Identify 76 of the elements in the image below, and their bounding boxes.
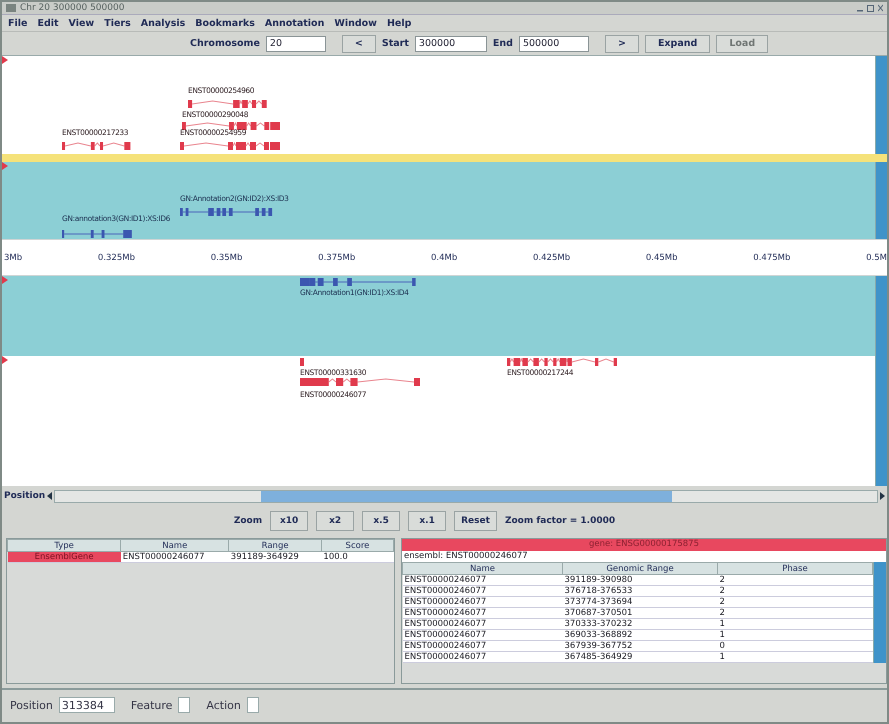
scale-label: 0.45Mb (646, 252, 678, 262)
position-label: Position (4, 491, 46, 501)
end-label: End (492, 38, 513, 49)
table-cell: 367939-367752 (562, 640, 718, 652)
zoom-button[interactable]: x.5 (362, 511, 400, 531)
start-label: Start (382, 38, 409, 49)
menu-item[interactable]: Annotation (264, 18, 324, 28)
column-header[interactable]: Phase (718, 562, 872, 574)
table-cell: 2 (718, 574, 872, 586)
scale-label: 0.5M (866, 252, 887, 262)
table-cell: ENST00000246077 (402, 574, 562, 586)
table-cell: 2 (718, 608, 872, 618)
table-cell: 376718-376533 (562, 586, 718, 596)
scale-label: 0.425Mb (533, 252, 570, 262)
transcript-name: ensembl: ENST00000246077 (402, 551, 886, 562)
table-cell: 1 (718, 652, 872, 662)
position-label: Position (10, 698, 53, 712)
zoom-label: Zoom (234, 516, 262, 526)
action-label: Action (206, 698, 241, 712)
gene-header: gene: ENSG00000175875 (402, 539, 886, 551)
table-cell: 1 (718, 630, 872, 640)
input-field[interactable]: 20 (266, 36, 326, 52)
table-cell: 2 (718, 586, 872, 596)
table-cell: ENST00000246077 (402, 640, 562, 652)
menu-item[interactable]: Help (386, 18, 412, 28)
table-cell: ENST00000246077 (402, 618, 562, 630)
table-cell: 373774-373694 (562, 596, 718, 608)
zoom-button[interactable]: x2 (316, 511, 354, 531)
menu-item[interactable]: Analysis (140, 18, 186, 28)
column-header[interactable]: Name (120, 540, 229, 552)
scale-label: 0.475Mb (753, 252, 790, 262)
table-cell: 2 (718, 596, 872, 608)
window-title: Chr 20 300000 500000 (20, 3, 124, 13)
table-cell[interactable]: 391189-364929 (228, 552, 322, 562)
menu-item[interactable]: View (68, 18, 94, 28)
column-header[interactable]: Score (321, 540, 394, 552)
column-header[interactable]: Genomic Range (562, 562, 718, 574)
table-cell[interactable]: ENST00000246077 (120, 552, 229, 562)
table-cell: 1 (718, 618, 872, 630)
menu-item[interactable]: Edit (37, 18, 59, 28)
scale-label: 0.325Mb (98, 252, 135, 262)
zoom-factor: Zoom factor = 1.0000 (504, 516, 616, 526)
zoom-button[interactable]: x.1 (408, 511, 446, 531)
table-cell: 369033-368892 (562, 630, 718, 640)
table-cell: 370333-370232 (562, 618, 718, 630)
zoom-button[interactable]: x10 (270, 511, 308, 531)
input-field[interactable]: 500000 (518, 36, 589, 52)
forward-button[interactable]: > (604, 34, 639, 52)
menu-item[interactable]: File (8, 18, 28, 28)
table-cell: ENST00000246077 (402, 630, 562, 640)
back-button[interactable]: < (342, 34, 376, 52)
table-cell: 370687-370501 (562, 608, 718, 618)
table-cell: 367485-364929 (562, 652, 718, 662)
scale-label: 0.4Mb (431, 252, 458, 262)
table-cell: ENST00000246077 (402, 608, 562, 618)
table-cell: ENST00000246077 (402, 652, 562, 662)
expand-button[interactable]: Expand (644, 34, 710, 52)
input-field[interactable]: 300000 (414, 36, 487, 52)
table-cell[interactable]: 100.0 (321, 552, 394, 562)
table-cell: ENST00000246077 (402, 586, 562, 596)
table-cell: 0 (718, 640, 872, 652)
column-header[interactable]: Type (8, 540, 121, 552)
column-header[interactable]: Name (402, 562, 562, 574)
menu-item[interactable]: Tiers (104, 18, 131, 28)
chromosome-label: Chromosome (190, 38, 260, 49)
menu-item[interactable]: Window (334, 18, 377, 28)
feature-label: Feature (130, 698, 172, 712)
input-field[interactable]: 313384 (58, 697, 115, 713)
scale-label: 3Mb (4, 252, 22, 262)
zoom-button[interactable]: Reset (454, 511, 497, 531)
column-header[interactable]: Range (228, 540, 322, 552)
table-cell: 391189-390980 (562, 574, 718, 586)
scale-label: 0.35Mb (210, 252, 242, 262)
scale-label: 0.375Mb (318, 252, 356, 262)
table-cell: ENST00000246077 (402, 596, 562, 608)
menu-item[interactable]: Bookmarks (195, 18, 255, 28)
